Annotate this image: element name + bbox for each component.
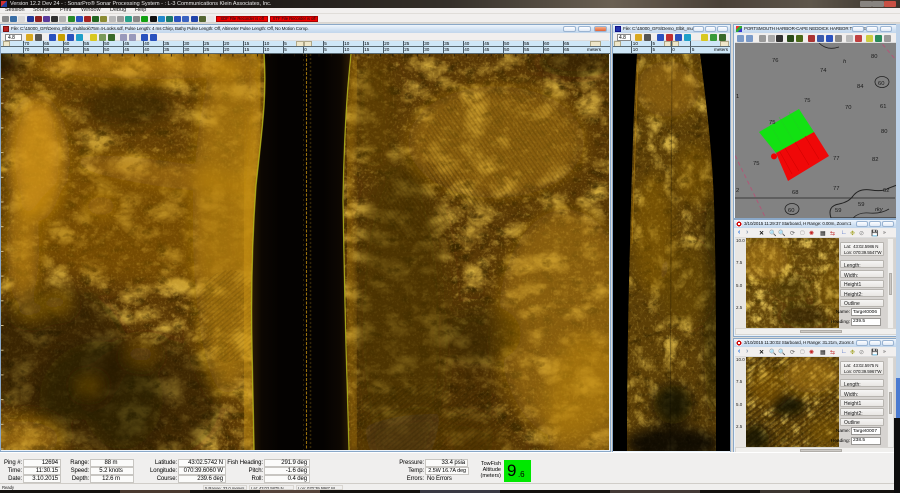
svg-text:62: 62 bbox=[883, 188, 889, 194]
svg-text:75: 75 bbox=[769, 120, 775, 126]
svg-text:59: 59 bbox=[858, 202, 864, 208]
svg-text:82: 82 bbox=[872, 157, 878, 163]
svg-text:80: 80 bbox=[881, 129, 887, 135]
svg-text:84: 84 bbox=[857, 84, 864, 90]
svg-text:74: 74 bbox=[820, 68, 827, 74]
svg-text:68: 68 bbox=[792, 190, 798, 196]
svg-text:77: 77 bbox=[833, 156, 839, 162]
svg-text:2: 2 bbox=[736, 188, 739, 194]
svg-text:60: 60 bbox=[878, 81, 884, 87]
svg-text:76: 76 bbox=[772, 58, 778, 64]
svg-text:70: 70 bbox=[845, 105, 851, 111]
svg-text:77: 77 bbox=[833, 186, 839, 192]
svg-text:rky: rky bbox=[875, 207, 884, 213]
svg-text:75: 75 bbox=[804, 98, 810, 104]
svg-text:80: 80 bbox=[871, 54, 877, 60]
svg-text:75: 75 bbox=[753, 161, 759, 167]
svg-text:h: h bbox=[843, 59, 846, 65]
svg-text:61: 61 bbox=[880, 104, 886, 110]
svg-text:60: 60 bbox=[788, 208, 794, 214]
svg-text:59: 59 bbox=[835, 208, 841, 214]
svg-text:1: 1 bbox=[736, 94, 739, 100]
